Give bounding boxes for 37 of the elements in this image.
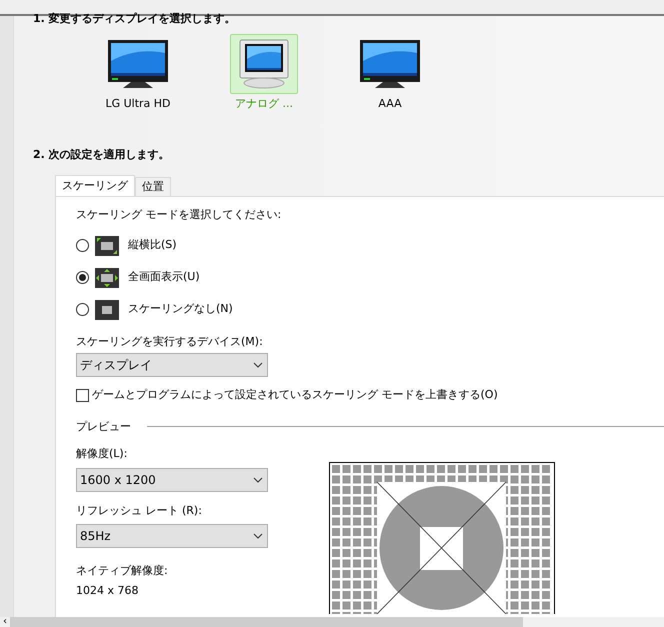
- crt-monitor-icon: [238, 39, 290, 89]
- radio-button[interactable]: [76, 271, 89, 284]
- chevron-down-icon: [253, 362, 263, 368]
- display-item[interactable]: LG Ultra HD: [92, 34, 184, 112]
- chevron-down-icon: [253, 533, 263, 539]
- section-heading: 1. 変更するディスプレイを選択します。: [33, 12, 237, 26]
- resolution-label: 解像度(L):: [76, 446, 128, 462]
- resolution-dropdown[interactable]: 1600 x 1200: [76, 468, 268, 492]
- display-name: LG Ultra HD: [105, 96, 171, 112]
- chevron-down-icon: [253, 476, 263, 482]
- monitor-icon: [107, 39, 169, 89]
- refresh-rate-label: リフレッシュ レート (R):: [76, 502, 203, 518]
- section-heading: 2. 次の設定を適用します。: [33, 146, 171, 162]
- no-scaling-icon: [95, 300, 119, 320]
- checkbox[interactable]: [76, 388, 89, 402]
- radio-label: 縦横比(S): [128, 237, 177, 254]
- radio-label: スケーリングなし(N): [128, 301, 233, 318]
- native-resolution-value: 1024 x 768: [76, 582, 140, 598]
- scaling-mode-label: スケーリング モードを選択してください:: [76, 207, 282, 223]
- device-dropdown[interactable]: ディスプレイ: [76, 353, 268, 377]
- preview-heading: プレビュー: [76, 418, 131, 434]
- native-resolution-label: ネイティブ解像度:: [76, 563, 169, 579]
- aspect-ratio-icon: [95, 236, 119, 256]
- radio-label: 全画面表示(U): [128, 269, 200, 286]
- radio-button[interactable]: [76, 303, 89, 316]
- radio-button[interactable]: [76, 239, 89, 252]
- tab[interactable]: 位置: [135, 177, 171, 196]
- monitor-icon: [359, 39, 421, 89]
- refresh-rate-dropdown[interactable]: 85Hz: [76, 524, 268, 548]
- fullscreen-icon: [95, 268, 119, 288]
- display-name: アナログ ...: [235, 96, 293, 112]
- device-label: スケーリングを実行するデバイス(M):: [76, 334, 264, 350]
- tab[interactable]: スケーリング: [55, 175, 135, 196]
- display-name: AAA: [378, 96, 402, 112]
- checkbox-label: ゲームとプログラムによって設定されているスケーリング モードを上書きする(O): [92, 387, 498, 403]
- display-item[interactable]: AAA: [344, 34, 436, 112]
- scroll-left-arrow[interactable]: ‹: [0, 617, 10, 627]
